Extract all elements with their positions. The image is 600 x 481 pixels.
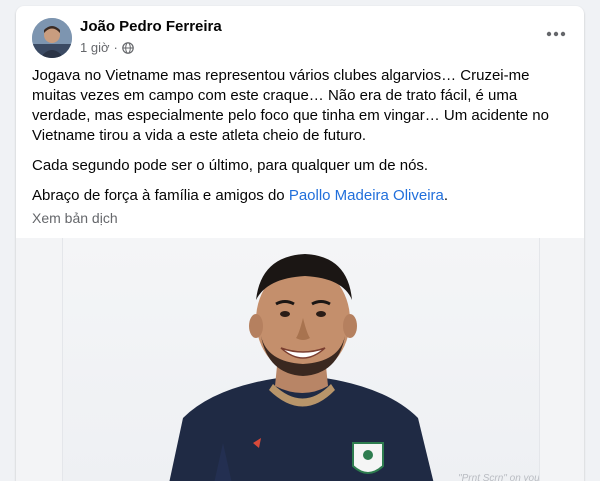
globe-icon[interactable]: [122, 41, 134, 54]
closing-suffix: .: [443, 187, 449, 204]
club-crest-icon: [352, 442, 384, 474]
more-options-icon[interactable]: [538, 16, 574, 52]
closing-text: Abraço de força à família e amigos do: [32, 187, 289, 204]
post-paragraph: Abraço de força à família e amigos do Pa…: [32, 186, 568, 206]
facebook-post: João Pedro Ferreira 1 giờ · Jogava no Vi…: [16, 6, 584, 481]
see-translation-link[interactable]: Xem bản dịch: [32, 210, 118, 226]
post-meta: 1 giờ ·: [80, 40, 134, 55]
tagged-person-link[interactable]: Paollo Madeira Oliveira: [289, 187, 444, 204]
avatar-image: [32, 18, 72, 58]
meta-separator: ·: [113, 40, 118, 55]
photo-watermark: "Prnt Scrn" on your: [458, 473, 540, 481]
post-text: Jogava no Vietname mas representou vário…: [32, 66, 568, 216]
author-avatar[interactable]: [32, 18, 72, 58]
post-photo-container[interactable]: "Prnt Scrn" on your: [16, 238, 584, 481]
post-photo[interactable]: "Prnt Scrn" on your: [62, 238, 540, 481]
author-name[interactable]: João Pedro Ferreira: [80, 18, 222, 35]
post-paragraph: Cada segundo pode ser o último, para qua…: [32, 157, 429, 174]
player-portrait: [169, 254, 434, 481]
post-time[interactable]: 1 giờ: [80, 40, 110, 55]
post-paragraph: Jogava no Vietname mas representou vário…: [32, 67, 549, 144]
